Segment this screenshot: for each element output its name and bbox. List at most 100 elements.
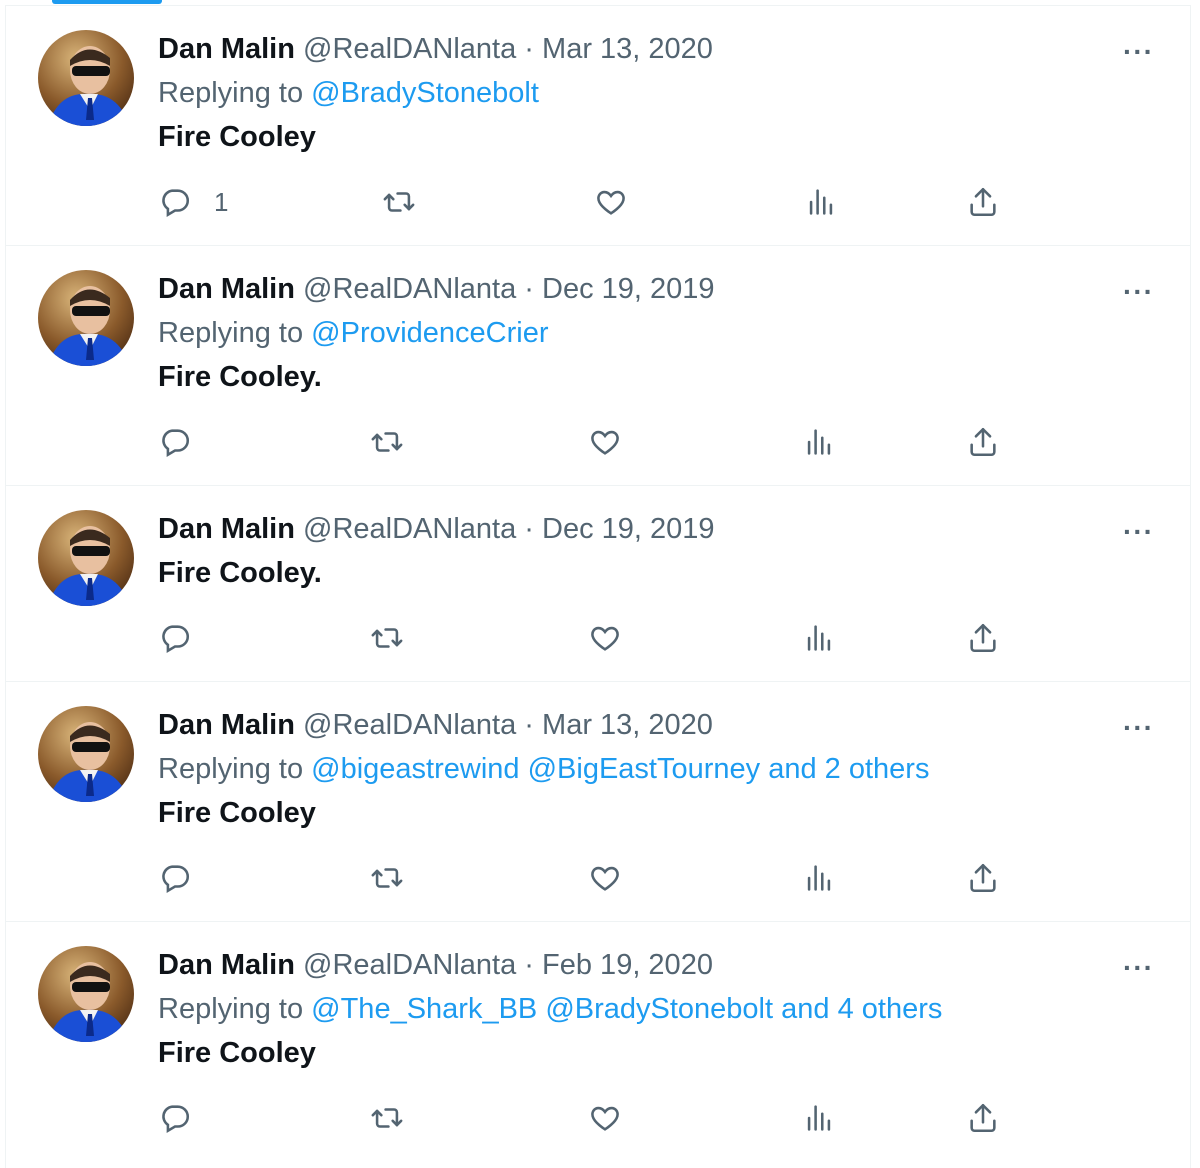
tweet-text: Fire Cooley. — [158, 557, 322, 589]
like-icon — [591, 1106, 619, 1131]
like-button[interactable] — [588, 858, 622, 898]
avatar[interactable] — [38, 510, 134, 606]
like-icon — [591, 626, 619, 651]
share-button[interactable] — [966, 182, 1000, 222]
tweet-text: Fire Cooley — [158, 1037, 316, 1069]
author-name[interactable]: Dan Malin — [158, 33, 295, 65]
replying-prefix: Replying to — [158, 753, 304, 785]
reply-icon — [162, 1105, 190, 1134]
share-icon — [970, 1103, 996, 1133]
retweet-button[interactable] — [370, 618, 404, 658]
replying-others-link[interactable]: and 2 others — [768, 753, 929, 785]
author-handle[interactable]: @RealDANlanta — [303, 709, 516, 741]
reply-button[interactable] — [158, 422, 192, 462]
views-icon — [807, 625, 831, 651]
reply-count: 1 — [214, 186, 229, 217]
reply-button[interactable] — [158, 1098, 192, 1138]
avatar[interactable] — [38, 946, 134, 1042]
tweet-header: Dan Malin @RealDANlanta · Feb 19, 2020 — [158, 948, 713, 982]
author-name[interactable]: Dan Malin — [158, 949, 295, 981]
tweet-date[interactable]: Mar 13, 2020 — [542, 33, 713, 65]
retweet-button[interactable] — [370, 1098, 404, 1138]
replying-to: Replying to @bigeastrewind @BigEastTourn… — [158, 752, 929, 786]
tweet-text: Fire Cooley — [158, 797, 316, 829]
views-button[interactable] — [802, 1098, 836, 1138]
replying-to-link[interactable]: @The_Shark_BB @BradyStonebolt — [311, 993, 773, 1025]
more-options-icon[interactable]: ··· — [1123, 38, 1154, 66]
replying-to-link[interactable]: @bigeastrewind @BigEastTourney — [311, 753, 760, 785]
replying-to-link[interactable]: @BradyStonebolt — [311, 77, 539, 109]
replying-others-link[interactable]: and 4 others — [781, 993, 942, 1025]
tweet-header: Dan Malin @RealDANlanta · Dec 19, 2019 — [158, 272, 715, 306]
tweet-date[interactable]: Mar 13, 2020 — [542, 709, 713, 741]
retweet-button[interactable] — [370, 422, 404, 462]
tweet[interactable]: Dan Malin @RealDANlanta · Dec 19, 2019 F… — [6, 485, 1190, 681]
author-handle[interactable]: @RealDANlanta — [303, 33, 516, 65]
tweet-header: Dan Malin @RealDANlanta · Dec 19, 2019 — [158, 512, 715, 546]
share-button[interactable] — [966, 422, 1000, 462]
like-icon — [591, 866, 619, 891]
tweet-text: Fire Cooley — [158, 121, 316, 153]
separator: · — [524, 709, 534, 741]
avatar[interactable] — [38, 30, 134, 126]
reply-icon — [162, 865, 190, 894]
retweet-button[interactable] — [370, 858, 404, 898]
retweet-icon — [383, 192, 415, 212]
views-button[interactable] — [802, 618, 836, 658]
retweet-icon — [371, 628, 403, 648]
more-options-icon[interactable]: ··· — [1123, 954, 1154, 982]
more-options-icon[interactable]: ··· — [1123, 714, 1154, 742]
views-icon — [807, 429, 831, 455]
retweet-button[interactable] — [382, 182, 416, 222]
reply-button[interactable]: 1 — [158, 182, 228, 222]
tweet[interactable]: Dan Malin @RealDANlanta · Mar 13, 2020 R… — [6, 5, 1190, 245]
views-icon — [809, 189, 833, 215]
author-name[interactable]: Dan Malin — [158, 709, 295, 741]
replying-to: Replying to @BradyStonebolt — [158, 76, 539, 110]
reply-icon — [162, 625, 190, 654]
tweet-header: Dan Malin @RealDANlanta · Mar 13, 2020 — [158, 708, 713, 742]
share-button[interactable] — [966, 1098, 1000, 1138]
action-bar — [158, 858, 1058, 898]
author-handle[interactable]: @RealDANlanta — [303, 273, 516, 305]
like-button[interactable] — [588, 618, 622, 658]
views-button[interactable] — [802, 858, 836, 898]
replying-prefix: Replying to — [158, 317, 304, 349]
separator: · — [524, 949, 534, 981]
tweet-header: Dan Malin @RealDANlanta · Mar 13, 2020 — [158, 32, 713, 66]
like-button[interactable] — [588, 1098, 622, 1138]
author-name[interactable]: Dan Malin — [158, 513, 295, 545]
like-button[interactable] — [594, 182, 628, 222]
retweet-icon — [371, 1108, 403, 1128]
like-button[interactable] — [588, 422, 622, 462]
avatar[interactable] — [38, 270, 134, 366]
like-icon — [591, 430, 619, 455]
tweet[interactable]: Dan Malin @RealDANlanta · Mar 13, 2020 R… — [6, 681, 1190, 921]
share-icon — [970, 623, 996, 653]
more-options-icon[interactable]: ··· — [1123, 278, 1154, 306]
avatar[interactable] — [38, 706, 134, 802]
tweet[interactable]: Dan Malin @RealDANlanta · Feb 19, 2020 R… — [6, 921, 1190, 1161]
tweet-feed: Dan Malin @RealDANlanta · Mar 13, 2020 R… — [5, 5, 1191, 1168]
replying-to: Replying to @ProvidenceCrier — [158, 316, 549, 350]
tweet-date[interactable]: Dec 19, 2019 — [542, 273, 715, 305]
tweet[interactable]: Dan Malin @RealDANlanta · Dec 19, 2019 R… — [6, 245, 1190, 485]
reply-button[interactable] — [158, 858, 192, 898]
share-button[interactable] — [966, 618, 1000, 658]
replying-prefix: Replying to — [158, 77, 304, 109]
tweet-date[interactable]: Feb 19, 2020 — [542, 949, 713, 981]
share-button[interactable] — [966, 858, 1000, 898]
separator: · — [524, 513, 534, 545]
active-tab-indicator — [52, 0, 162, 4]
views-button[interactable] — [804, 182, 838, 222]
tweet-text: Fire Cooley. — [158, 361, 322, 393]
views-button[interactable] — [802, 422, 836, 462]
more-options-icon[interactable]: ··· — [1123, 518, 1154, 546]
reply-button[interactable] — [158, 618, 192, 658]
replying-to-link[interactable]: @ProvidenceCrier — [311, 317, 548, 349]
author-handle[interactable]: @RealDANlanta — [303, 513, 516, 545]
separator: · — [524, 273, 534, 305]
author-handle[interactable]: @RealDANlanta — [303, 949, 516, 981]
tweet-date[interactable]: Dec 19, 2019 — [542, 513, 715, 545]
author-name[interactable]: Dan Malin — [158, 273, 295, 305]
